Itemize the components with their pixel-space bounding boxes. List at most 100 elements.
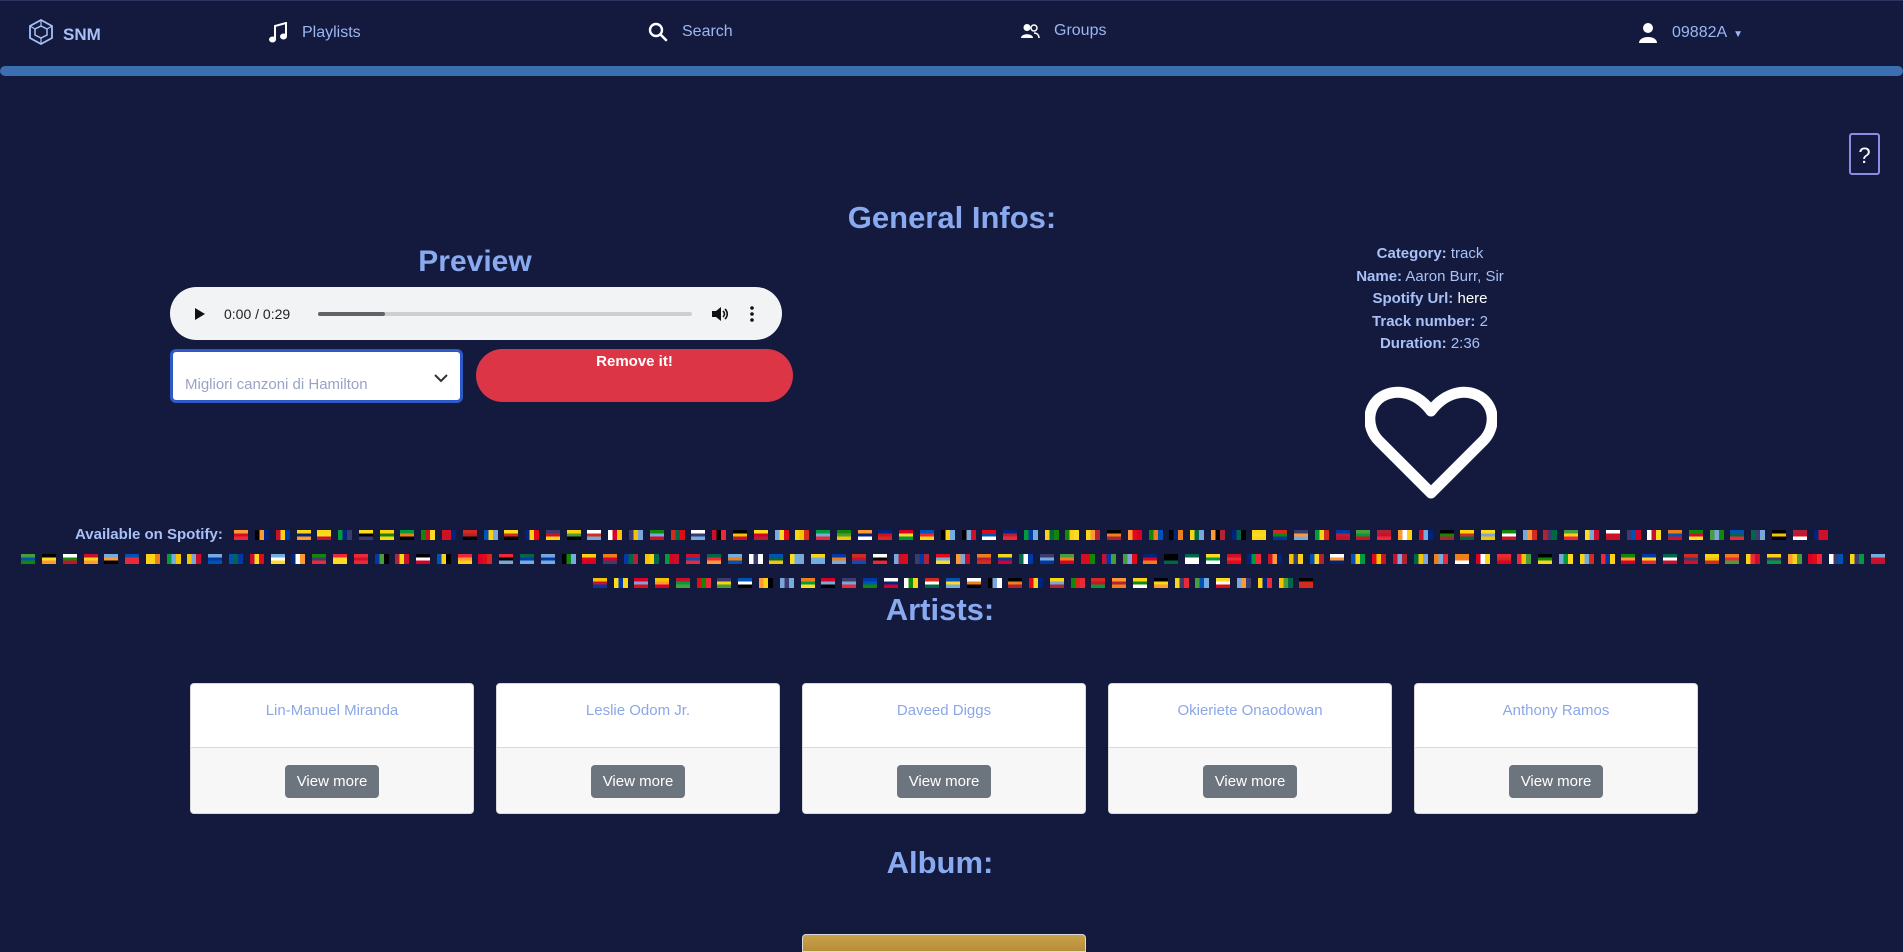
country-flag-icon: [1600, 554, 1615, 564]
country-flag-icon: [1335, 530, 1350, 540]
country-flag-icon: [1522, 530, 1537, 540]
music-note-icon: [268, 22, 288, 44]
play-icon[interactable]: [190, 304, 210, 324]
remove-button[interactable]: Remove it!: [476, 349, 793, 402]
country-flag-icon: [291, 554, 306, 564]
country-flag-icon: [1434, 554, 1449, 564]
country-flag-icon: [1647, 530, 1662, 540]
country-flag-icon: [83, 554, 98, 564]
country-flag-icon: [758, 578, 773, 588]
heart-icon[interactable]: [1364, 385, 1498, 506]
country-flag-icon: [353, 554, 368, 564]
nav-search-label: Search: [682, 23, 733, 40]
view-more-button[interactable]: View more: [896, 764, 992, 798]
nav-groups[interactable]: Groups: [1020, 22, 1106, 40]
country-flag-icon: [1605, 530, 1620, 540]
country-flag-icon: [748, 554, 763, 564]
country-flag-icon: [208, 554, 223, 564]
country-flag-icon: [1003, 530, 1018, 540]
country-flag-icon: [961, 530, 976, 540]
volume-icon[interactable]: [710, 304, 730, 324]
artist-name: Anthony Ramos: [1415, 684, 1697, 748]
country-flag-icon: [582, 554, 597, 564]
country-flag-icon: [332, 554, 347, 564]
country-flag-icon: [1766, 554, 1781, 564]
country-flag-icon: [1107, 530, 1122, 540]
country-flag-icon: [608, 530, 623, 540]
view-more-button[interactable]: View more: [1202, 764, 1298, 798]
country-flag-icon: [1091, 578, 1106, 588]
country-flag-icon: [1236, 578, 1251, 588]
audio-seek-bar[interactable]: [318, 311, 692, 316]
country-flag-icon: [519, 554, 534, 564]
audio-player[interactable]: 0:00 / 0:29: [170, 287, 782, 340]
artist-name: Lin-Manuel Miranda: [191, 684, 473, 748]
playlist-select-value: Migliori canzoni di Hamilton: [185, 376, 368, 393]
spotify-url-link[interactable]: here: [1457, 290, 1487, 307]
country-flag-icon: [790, 554, 805, 564]
country-flag-icon: [738, 578, 753, 588]
playlist-select[interactable]: Migliori canzoni di Hamilton: [170, 349, 463, 403]
country-flag-icon: [1688, 530, 1703, 540]
view-more-button[interactable]: View more: [284, 764, 380, 798]
country-flag-icon: [655, 578, 670, 588]
country-flag-icon: [1060, 554, 1075, 564]
country-flag-icon: [712, 530, 727, 540]
nav-playlists[interactable]: Playlists: [268, 22, 361, 44]
country-flag-icon: [42, 554, 57, 564]
caret-down-icon: ▼: [1733, 29, 1744, 40]
country-flag-icon: [862, 578, 877, 588]
country-flag-icon: [649, 530, 664, 540]
country-flag-icon: [1330, 554, 1345, 564]
country-flag-icon: [1813, 530, 1828, 540]
country-flag-icon: [457, 554, 472, 564]
preview-heading: Preview: [418, 245, 532, 278]
country-flag-icon: [1439, 530, 1454, 540]
country-flag-icon: [956, 554, 971, 564]
country-flag-icon: [566, 530, 581, 540]
country-flag-icon: [1683, 554, 1698, 564]
country-flag-icon: [1668, 530, 1683, 540]
country-flag-icon: [1247, 554, 1262, 564]
artist-name: Daveed Diggs: [803, 684, 1085, 748]
country-flag-icon: [1564, 530, 1579, 540]
brand-link[interactable]: SNM: [27, 18, 101, 51]
country-flag-icon: [644, 554, 659, 564]
search-icon: [648, 22, 668, 42]
country-flag-icon: [374, 554, 389, 564]
country-flag-icon: [894, 554, 909, 564]
country-flag-icon: [1226, 554, 1241, 564]
country-flag-icon: [831, 554, 846, 564]
user-name: 09882A ▼: [1672, 24, 1744, 41]
country-flag-icon: [1642, 554, 1657, 564]
audio-seek-fill: [318, 311, 386, 316]
country-flag-icon: [878, 530, 893, 540]
nav-groups-label: Groups: [1054, 22, 1107, 39]
country-flag-icon: [395, 554, 410, 564]
country-flag-icon: [883, 578, 898, 588]
country-flag-icon: [1299, 578, 1314, 588]
country-flag-icon: [613, 578, 628, 588]
artist-card: Anthony Ramos View more: [1414, 683, 1698, 814]
user-menu[interactable]: 09882A ▼: [1638, 22, 1743, 44]
country-flag-icon: [561, 554, 576, 564]
country-flag-icon: [478, 554, 493, 564]
audio-time: 0:00 / 0:29: [224, 305, 291, 322]
country-flag-icon: [1210, 530, 1225, 540]
country-flag-icon: [1746, 554, 1761, 564]
info-track-number: Track number: 2: [1372, 312, 1488, 330]
help-button[interactable]: ?: [1849, 133, 1880, 175]
country-flag-icon: [416, 554, 431, 564]
country-flag-icon: [707, 554, 722, 564]
album-cover-image[interactable]: [802, 934, 1086, 952]
country-flag-icon: [769, 554, 784, 564]
nav-search[interactable]: Search: [648, 22, 733, 42]
country-flag-icon: [873, 554, 888, 564]
view-more-button[interactable]: View more: [1508, 764, 1604, 798]
view-more-button[interactable]: View more: [590, 764, 686, 798]
more-options-icon[interactable]: [742, 304, 762, 324]
country-flag-icon: [499, 554, 514, 564]
country-flag-icon: [717, 578, 732, 588]
info-name: Name: Aaron Burr, Sir: [1356, 267, 1504, 285]
country-flag-icon: [296, 530, 311, 540]
